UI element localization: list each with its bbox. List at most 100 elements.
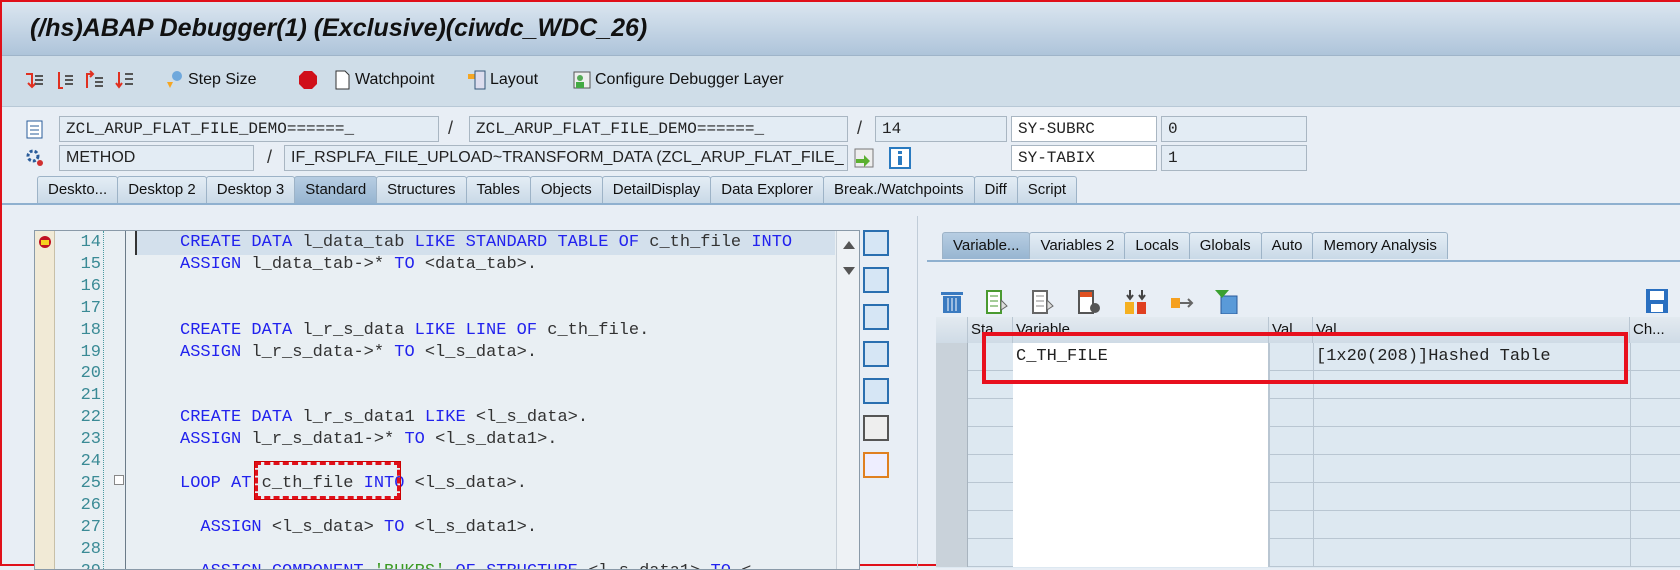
row-selector[interactable] (936, 455, 968, 483)
table-row[interactable] (936, 399, 1680, 427)
transfer-icon[interactable] (1123, 290, 1149, 314)
code-line[interactable]: CREATE DATA l_r_s_data1 LIKE <l_s_data>. (180, 408, 588, 427)
var-tab-variable[interactable]: Variable... (942, 232, 1030, 259)
event-field[interactable]: IF_RSPLFA_FILE_UPLOAD~TRANSFORM_DATA (ZC… (284, 145, 848, 171)
var-tab-variables-2[interactable]: Variables 2 (1029, 232, 1125, 259)
fold-toggle[interactable] (114, 475, 124, 485)
variable-cell[interactable] (1013, 511, 1269, 539)
sy-field-name[interactable]: SY-TABIX (1011, 145, 1157, 171)
divider (1313, 511, 1314, 539)
include-field[interactable]: ZCL_ARUP_FLAT_FILE_DEMO======_ (469, 116, 848, 142)
event-type-field[interactable]: METHOD (59, 145, 254, 171)
code-line[interactable]: CREATE DATA l_r_s_data LIKE LINE OF c_th… (180, 321, 649, 340)
resize-icon[interactable] (863, 378, 889, 404)
line-number: 27 (55, 518, 101, 537)
tab-desktop-2[interactable]: Desktop 2 (117, 176, 207, 203)
code-line[interactable]: ASSIGN l_data_tab->* TO <data_tab>. (180, 255, 537, 274)
row-selector[interactable] (936, 399, 968, 427)
insert-row-icon[interactable] (985, 290, 1011, 314)
line-number: 26 (55, 496, 101, 515)
table-row[interactable] (936, 427, 1680, 455)
row-selector[interactable] (936, 511, 968, 539)
code-line[interactable]: ASSIGN l_r_s_data->* TO <l_s_data>. (180, 343, 537, 362)
row-selector-header[interactable] (936, 317, 968, 343)
var-tab-globals[interactable]: Globals (1189, 232, 1262, 259)
configure-debugger-layer-button[interactable]: Configure Debugger Layer (572, 70, 784, 90)
headset-icon[interactable] (863, 415, 889, 441)
scroll-down-icon[interactable] (843, 267, 855, 275)
tab-standard[interactable]: Standard (294, 176, 377, 203)
execute-button[interactable] (54, 70, 74, 90)
variable-cell[interactable] (1013, 399, 1269, 427)
services-icon[interactable] (863, 452, 889, 478)
tab-structures[interactable]: Structures (376, 176, 466, 203)
code-line[interactable]: CREATE DATA l_data_tab LIKE STANDARD TAB… (180, 233, 792, 252)
navigate-to-source-icon[interactable] (853, 147, 875, 169)
sy-field-value[interactable]: 1 (1161, 145, 1307, 171)
code-line[interactable]: ASSIGN l_r_s_data1->* TO <l_s_data1>. (180, 430, 557, 449)
code-token: l_r_s_data1 (302, 408, 424, 427)
code-token: l_data_tab (302, 233, 414, 252)
divider (1630, 455, 1631, 483)
tab-desktop-3[interactable]: Desktop 3 (206, 176, 296, 203)
row-selector[interactable] (936, 483, 968, 511)
vertical-scrollbar[interactable] (836, 231, 860, 570)
tab-deskto[interactable]: Deskto... (37, 176, 118, 203)
info-icon[interactable] (889, 147, 911, 169)
return-button[interactable] (84, 70, 104, 90)
program-field[interactable]: ZCL_ARUP_FLAT_FILE_DEMO======_ (59, 116, 439, 142)
append-row-icon[interactable] (1031, 290, 1057, 314)
code-token: TO (404, 430, 435, 449)
sy-field-value[interactable]: 0 (1161, 116, 1307, 142)
var-tab-memory-analysis[interactable]: Memory Analysis (1312, 232, 1447, 259)
code-token: CREATE DATA (180, 233, 302, 252)
export-icon[interactable] (1169, 290, 1195, 314)
remove-row-icon[interactable] (1077, 290, 1103, 314)
tab-diff[interactable]: Diff (974, 176, 1018, 203)
variable-cell[interactable] (1013, 539, 1269, 567)
tab-detaildisplay[interactable]: DetailDisplay (602, 176, 712, 203)
tab-objects[interactable]: Objects (530, 176, 603, 203)
table-row[interactable] (936, 539, 1680, 567)
tab-tables[interactable]: Tables (466, 176, 531, 203)
row-selector[interactable] (936, 427, 968, 455)
filter-icon[interactable] (1215, 290, 1241, 314)
var-tab-auto[interactable]: Auto (1261, 232, 1314, 259)
tab-data-explorer[interactable]: Data Explorer (710, 176, 824, 203)
tab-script[interactable]: Script (1017, 176, 1077, 203)
scroll-up-icon[interactable] (843, 241, 855, 249)
watchpoint-button[interactable]: Watchpoint (332, 70, 434, 90)
table-row[interactable] (936, 511, 1680, 539)
code-line[interactable]: ASSIGN <l_s_data> TO <l_s_data1>. (180, 518, 537, 537)
maximize-icon[interactable] (863, 341, 889, 367)
stop-button[interactable] (298, 70, 318, 90)
source-code-editor[interactable]: 14CREATE DATA l_data_tab LIKE STANDARD T… (34, 230, 860, 570)
variable-cell[interactable] (1013, 483, 1269, 511)
table-row[interactable] (936, 483, 1680, 511)
table-row[interactable] (936, 455, 1680, 483)
row-selector[interactable] (936, 539, 968, 567)
new-tool-icon[interactable] (863, 267, 889, 293)
highlight-annotation (255, 462, 400, 499)
column-header-changed[interactable]: Ch... (1630, 317, 1680, 343)
variable-cell[interactable] (1013, 427, 1269, 455)
row-selector[interactable] (936, 371, 968, 399)
breakpoint-column[interactable] (35, 231, 55, 570)
row-selector[interactable] (936, 343, 968, 371)
continue-button[interactable] (114, 70, 134, 90)
sy-field-name[interactable]: SY-SUBRC (1011, 116, 1157, 142)
variable-cell[interactable] (1013, 455, 1269, 483)
layout-button[interactable]: Layout (467, 70, 538, 90)
single-step-button[interactable] (24, 70, 44, 90)
code-token: c_th_file (649, 233, 751, 252)
swap-tool-icon[interactable] (863, 304, 889, 330)
line-number-field[interactable]: 14 (875, 116, 1007, 142)
tab-break-watchpoints[interactable]: Break./Watchpoints (823, 176, 975, 203)
close-icon[interactable] (863, 230, 889, 256)
var-tab-locals[interactable]: Locals (1124, 232, 1189, 259)
divider (125, 231, 126, 570)
save-icon[interactable] (1645, 288, 1669, 314)
divider (103, 231, 104, 570)
step-size-button[interactable]: Step Size (165, 70, 256, 90)
delete-icon[interactable] (939, 290, 965, 314)
